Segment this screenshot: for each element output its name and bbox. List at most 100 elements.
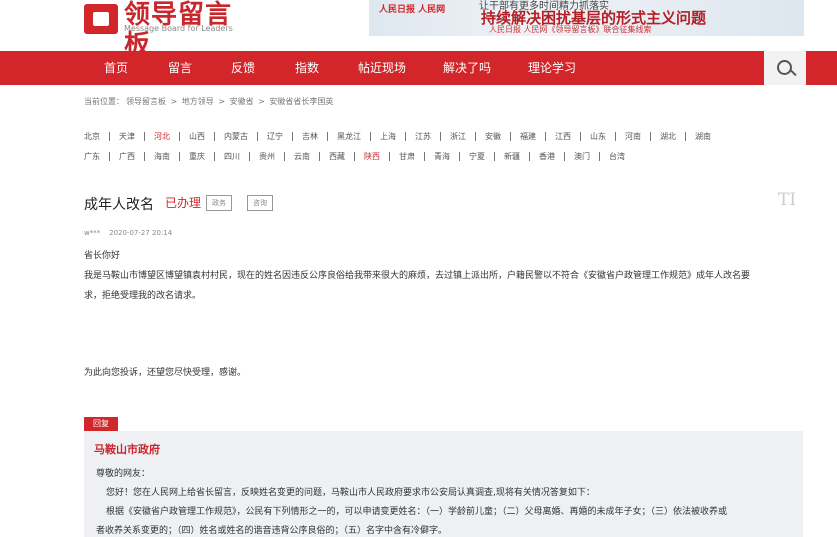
banner-brand: 人民日报 人民网 (379, 5, 446, 15)
province-link[interactable]: 澳门 (574, 151, 590, 162)
site-header: 领导留言板 Message Board for Leaders 人民日报 人民网… (0, 0, 837, 60)
province-link[interactable]: 台湾 (609, 151, 625, 162)
province-separator (249, 152, 250, 161)
site-logo[interactable]: 领导留言板 Message Board for Leaders (84, 0, 244, 60)
province-link[interactable]: 陕西 (364, 151, 380, 162)
province-link[interactable]: 北京 (84, 131, 100, 142)
breadcrumb-item[interactable]: 安徽省省长李国英 (269, 97, 333, 106)
province-link[interactable]: 宁夏 (469, 151, 485, 162)
province-link[interactable]: 西藏 (329, 151, 345, 162)
province-separator (650, 132, 651, 141)
province-link[interactable]: 重庆 (189, 151, 205, 162)
breadcrumb-item[interactable]: 地方领导 (182, 97, 214, 106)
reply-paragraph: 者收养关系变更的；（四）姓名或姓名的谐音违背公序良俗的；（五）名字中含有冷僻字。 (96, 526, 448, 536)
message-tag[interactable]: 政务 (206, 195, 232, 211)
province-link[interactable]: 天津 (119, 131, 135, 142)
reply-box: 马鞍山市政府 尊敬的网友： 您好！您在人民网上给省长留言，反映姓名变更的问题，马… (84, 431, 803, 537)
province-separator (494, 152, 495, 161)
province-link[interactable]: 湖南 (695, 131, 711, 142)
province-separator (545, 132, 546, 141)
province-link[interactable]: 河南 (625, 131, 641, 142)
breadcrumb-label: 当前位置： (84, 97, 124, 106)
message-tag[interactable]: 咨询 (247, 195, 273, 211)
province-list-row-2: 广东 广西 海南 重庆 四川 贵州 云南 西藏 陕西 甘肃 青海 宁夏 新疆 香港 澳门 台湾 (84, 151, 625, 162)
province-link[interactable]: 吉林 (302, 131, 318, 142)
province-separator (214, 152, 215, 161)
province-separator (179, 132, 180, 141)
province-separator (144, 152, 145, 161)
province-separator (292, 132, 293, 141)
province-link[interactable]: 上海 (380, 131, 396, 142)
top-banner[interactable]: 人民日报 人民网 让干部有更多时间精力抓落实 持续解决困扰基层的形式主义问题 人… (369, 0, 804, 36)
province-separator (389, 152, 390, 161)
breadcrumb-sep: > (168, 97, 180, 106)
nav-item-home[interactable]: 首页 (104, 51, 128, 85)
province-link[interactable]: 安徽 (485, 131, 501, 142)
breadcrumb-item[interactable]: 领导留言板 (126, 97, 166, 106)
message-author: w*** (84, 229, 101, 237)
province-link[interactable]: 甘肃 (399, 151, 415, 162)
breadcrumb: 当前位置： 领导留言板 > 地方领导 > 安徽省 > 安徽省省长李国英 (84, 96, 335, 107)
reply-paragraph: 您好！您在人民网上给省长留言，反映姓名变更的问题，马鞍山市人民政府要求市公安局认… (106, 488, 595, 498)
reply-salutation: 尊敬的网友： (96, 469, 151, 479)
nav-item-theory[interactable]: 理论学习 (528, 51, 576, 85)
province-link[interactable]: 广西 (119, 151, 135, 162)
province-link[interactable]: 黑龙江 (337, 131, 361, 142)
province-link[interactable]: 广东 (84, 151, 100, 162)
province-separator (214, 132, 215, 141)
province-separator (179, 152, 180, 161)
logo-subtitle: Message Board for Leaders (124, 24, 233, 33)
province-link[interactable]: 云南 (294, 151, 310, 162)
province-separator (370, 132, 371, 141)
nav-item-feedback[interactable]: 反馈 (231, 51, 255, 85)
province-separator (284, 152, 285, 161)
province-link[interactable]: 山东 (590, 131, 606, 142)
province-link[interactable]: 内蒙古 (224, 131, 248, 142)
breadcrumb-sep: > (215, 97, 228, 106)
reply-organization[interactable]: 马鞍山市政府 (94, 441, 160, 457)
province-link[interactable]: 辽宁 (267, 131, 283, 142)
province-separator (580, 132, 581, 141)
message-closing: 为此向您投诉，还望您尽快受理，感谢。 (84, 368, 247, 378)
message-meta: w*** 2020-07-27 20:14 (84, 229, 172, 237)
province-link[interactable]: 四川 (224, 151, 240, 162)
province-separator (599, 152, 600, 161)
province-separator (109, 152, 110, 161)
province-link[interactable]: 河北 (154, 131, 170, 142)
province-separator (327, 132, 328, 141)
province-link[interactable]: 湖北 (660, 131, 676, 142)
province-separator (144, 132, 145, 141)
province-separator (615, 132, 616, 141)
status-badge: 已办理 (165, 196, 202, 210)
province-link[interactable]: 江西 (555, 131, 571, 142)
province-link[interactable]: 海南 (154, 151, 170, 162)
province-link[interactable]: 香港 (539, 151, 555, 162)
province-link[interactable]: 新疆 (504, 151, 520, 162)
province-separator (510, 132, 511, 141)
breadcrumb-item[interactable]: 安徽省 (230, 97, 254, 106)
province-separator (257, 132, 258, 141)
province-separator (685, 132, 686, 141)
main-nav: 首页 留言 反馈 指数 帖近现场 解决了吗 理论学习 (0, 51, 837, 85)
province-separator (440, 132, 441, 141)
reply-paragraph: 根据《安徽省户政管理工作规范》，公民有下列情形之一的，可以申请变更姓名：（一）学… (106, 507, 728, 517)
province-link[interactable]: 山西 (189, 131, 205, 142)
nav-item-message[interactable]: 留言 (168, 51, 192, 85)
province-separator (564, 152, 565, 161)
font-size-watermark[interactable]: TI (778, 190, 796, 210)
banner-subtitle: 人民日报 人民网《领导留言板》联合征集线索 (489, 25, 652, 34)
message-body-line: 我是马鞍山市博望区博望镇袁村村民，现在的姓名因违反公序良俗给我带来很大的麻烦，去… (84, 271, 751, 281)
nav-item-index[interactable]: 指数 (295, 51, 319, 85)
search-button[interactable] (764, 51, 806, 85)
breadcrumb-sep: > (255, 97, 268, 106)
province-list-row-1: 北京 天津 河北 山西 内蒙古 辽宁 吉林 黑龙江 上海 江苏 浙江 安徽 福建 江西 山东 河南 湖北 湖南 (84, 131, 711, 142)
province-link[interactable]: 浙江 (450, 131, 466, 142)
nav-item-onsite[interactable]: 帖近现场 (358, 51, 406, 85)
province-link[interactable]: 青海 (434, 151, 450, 162)
province-link[interactable]: 江苏 (415, 131, 431, 142)
province-separator (405, 132, 406, 141)
nav-item-solved[interactable]: 解决了吗 (443, 51, 491, 85)
province-link[interactable]: 福建 (520, 131, 536, 142)
province-link[interactable]: 贵州 (259, 151, 275, 162)
message-greeting: 省长你好 (84, 251, 121, 261)
